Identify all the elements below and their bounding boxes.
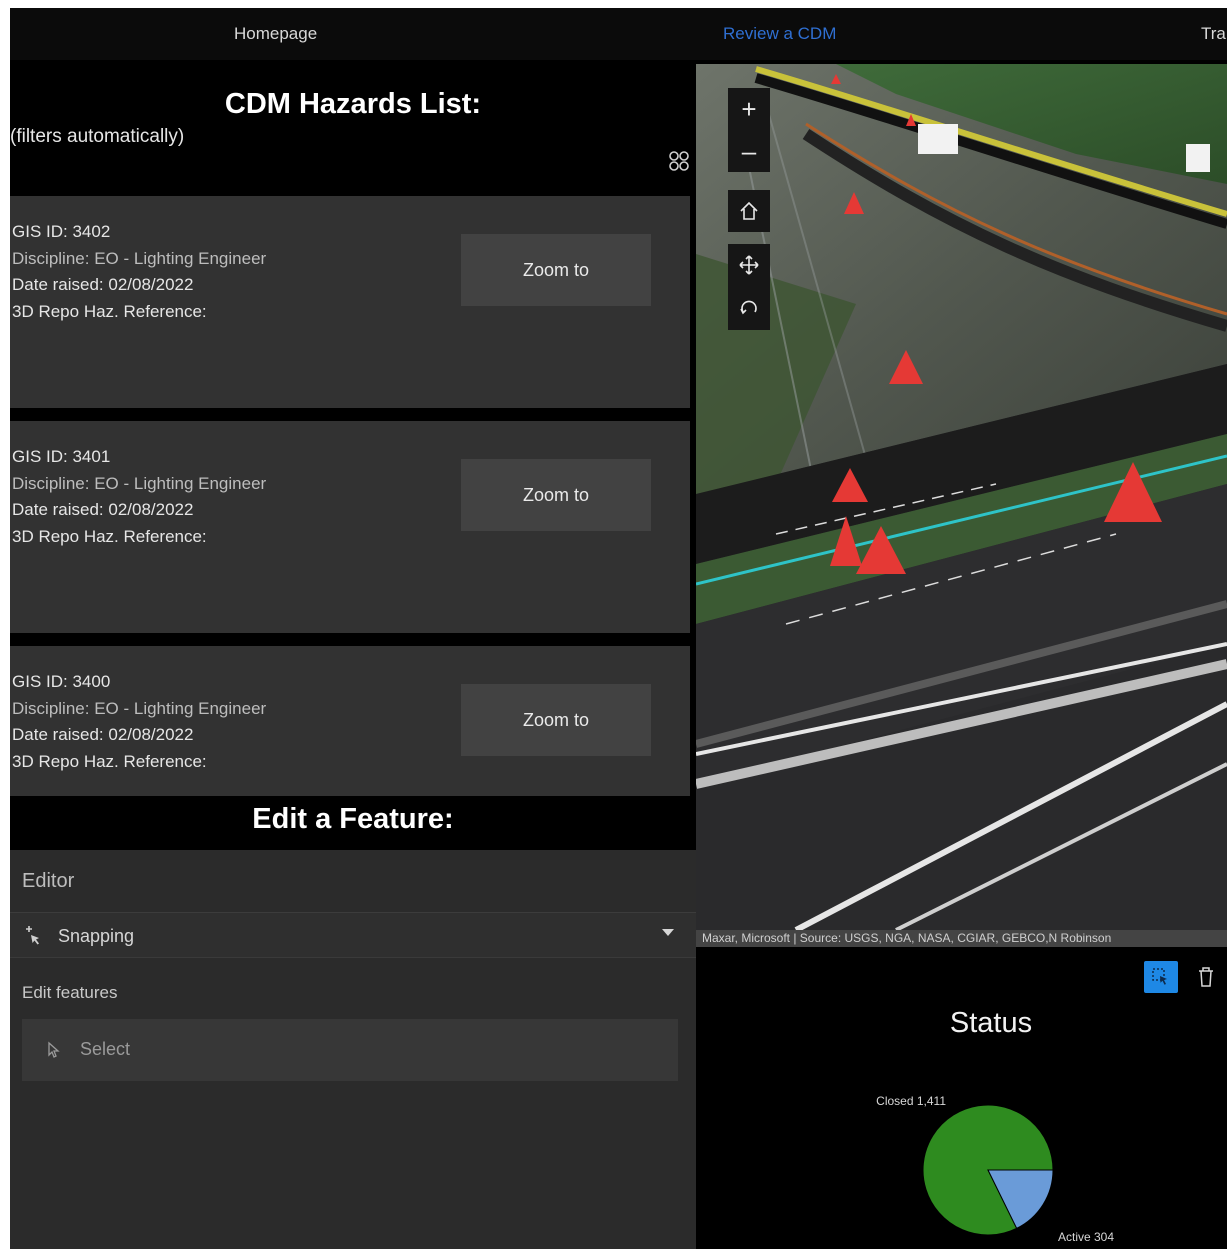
hazards-title: CDM Hazards List: bbox=[224, 88, 482, 120]
selection-icon bbox=[1152, 968, 1167, 985]
hazard-discipline: Discipline: EO - Lighting Engineer bbox=[12, 248, 267, 268]
hazards-subtitle: (filters automatically) bbox=[10, 126, 185, 147]
snapping-label: Snapping bbox=[58, 926, 135, 946]
chart-title: Status bbox=[949, 1007, 1033, 1039]
hazard-card: GIS ID: 3400 Discipline: EO - Lighting E… bbox=[10, 646, 690, 796]
hazard-discipline: Discipline: EO - Lighting Engineer bbox=[12, 473, 267, 493]
home-icon[interactable] bbox=[728, 190, 770, 232]
cursor-icon bbox=[48, 1041, 60, 1058]
nav-review-cdm[interactable]: Review a CDM bbox=[723, 24, 836, 44]
top-nav: Homepage Review a CDM Tra bbox=[10, 8, 1227, 60]
hazard-card: GIS ID: 3402 Discipline: EO - Lighting E… bbox=[10, 196, 690, 408]
chevron-down-icon[interactable] bbox=[662, 929, 674, 936]
edit-feature-title: Edit a Feature: bbox=[252, 803, 454, 835]
hazard-details: GIS ID: 3402 Discipline: EO - Lighting E… bbox=[12, 219, 266, 325]
app-root: Homepage Review a CDM Tra CDM Hazards Li… bbox=[10, 8, 1227, 1249]
scene-render bbox=[696, 64, 1227, 930]
navigation-controls bbox=[728, 244, 770, 330]
home-control bbox=[728, 190, 770, 232]
map-scene-view[interactable]: + – Maxar, Microsoft | Source: USGS, NGA… bbox=[696, 64, 1227, 947]
zoom-to-button[interactable]: Zoom to bbox=[461, 459, 651, 531]
hazard-reference: 3D Repo Haz. Reference: bbox=[12, 526, 207, 546]
pan-icon[interactable] bbox=[728, 244, 770, 286]
select-tool-button[interactable]: Select bbox=[22, 1019, 678, 1081]
hazard-reference: 3D Repo Haz. Reference: bbox=[12, 301, 207, 321]
zoom-to-button[interactable]: Zoom to bbox=[461, 684, 651, 756]
rotate-icon[interactable] bbox=[728, 288, 770, 330]
hazard-discipline: Discipline: EO - Lighting Engineer bbox=[12, 698, 267, 718]
hazard-details: GIS ID: 3401 Discipline: EO - Lighting E… bbox=[12, 444, 266, 550]
hazard-date: Date raised: 02/08/2022 bbox=[12, 500, 194, 519]
editor-panel: Editor Snapping Edit features Select bbox=[10, 850, 696, 1249]
grid-icon[interactable] bbox=[668, 150, 690, 172]
hazard-reference: 3D Repo Haz. Reference: bbox=[12, 751, 207, 771]
selection-tool-button[interactable] bbox=[1144, 961, 1178, 993]
editor-label: Editor bbox=[22, 870, 75, 892]
zoom-to-button[interactable]: Zoom to bbox=[461, 234, 651, 306]
editor-header: Editor bbox=[10, 850, 696, 913]
hazard-details: GIS ID: 3400 Discipline: EO - Lighting E… bbox=[12, 669, 266, 775]
nav-tra[interactable]: Tra bbox=[1201, 24, 1226, 44]
trash-icon bbox=[1199, 967, 1213, 987]
hazard-gis-id: GIS ID: 3401 bbox=[12, 447, 111, 466]
pie-label-closed: Closed 1,411 bbox=[876, 1094, 946, 1108]
nav-homepage[interactable]: Homepage bbox=[234, 24, 317, 44]
status-chart-panel: Status Closed 1,411 Active 304 bbox=[696, 947, 1227, 1249]
status-pie-chart: Closed 1,411 Active 304 bbox=[876, 1094, 1114, 1244]
hazard-date: Date raised: 02/08/2022 bbox=[12, 725, 194, 744]
zoom-controls: + – bbox=[728, 88, 770, 172]
hazard-date: Date raised: 02/08/2022 bbox=[12, 275, 194, 294]
hazard-card: GIS ID: 3401 Discipline: EO - Lighting E… bbox=[10, 421, 690, 633]
snapping-toggle[interactable]: Snapping bbox=[10, 913, 696, 958]
snapping-icon bbox=[26, 926, 39, 945]
edit-features-label: Edit features bbox=[22, 983, 118, 1002]
pie-label-active: Active 304 bbox=[1058, 1230, 1114, 1244]
clear-selection-button[interactable] bbox=[1194, 963, 1218, 991]
plus-icon[interactable]: + bbox=[728, 88, 770, 130]
map-attribution: Maxar, Microsoft | Source: USGS, NGA, NA… bbox=[696, 930, 1227, 947]
hazard-gis-id: GIS ID: 3400 bbox=[12, 672, 111, 691]
select-label: Select bbox=[80, 1039, 131, 1059]
hazard-gis-id: GIS ID: 3402 bbox=[12, 222, 111, 241]
minus-icon[interactable]: – bbox=[728, 130, 770, 172]
